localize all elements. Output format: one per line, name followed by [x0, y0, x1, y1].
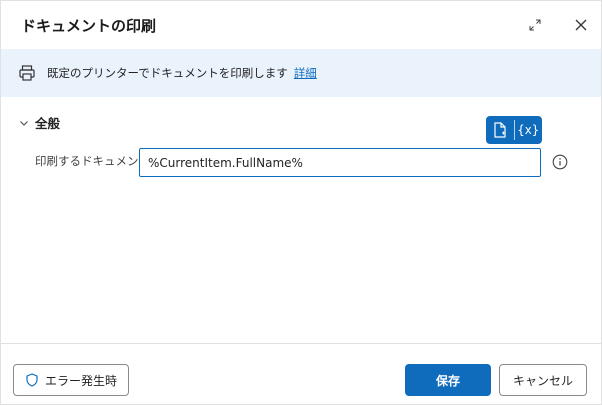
- general-section-toggle[interactable]: 全般: [19, 113, 60, 132]
- file-picker-button[interactable]: [486, 116, 514, 144]
- field-info-button[interactable]: [550, 152, 570, 172]
- info-banner: 既定のプリンターでドキュメントを印刷します 詳細: [1, 49, 601, 97]
- close-button[interactable]: [569, 13, 593, 37]
- banner-description: 既定のプリンターでドキュメントを印刷します: [47, 66, 288, 80]
- document-field-label: 印刷するドキュメント:: [35, 154, 154, 168]
- cancel-button[interactable]: キャンセル: [499, 364, 587, 396]
- shield-icon: [26, 373, 38, 387]
- info-icon: [552, 154, 568, 170]
- file-icon: [494, 122, 506, 138]
- save-button[interactable]: 保存: [405, 364, 491, 396]
- dialog-title: ドキュメントの印刷: [21, 17, 157, 35]
- document-input[interactable]: [139, 148, 541, 177]
- on-error-button[interactable]: エラー発生時: [13, 364, 129, 396]
- footer-divider: [1, 343, 601, 344]
- section-label: 全般: [35, 116, 61, 131]
- value-picker: {x}: [486, 116, 542, 144]
- close-icon: [575, 19, 587, 31]
- details-link[interactable]: 詳細: [294, 65, 317, 81]
- print-document-dialog: ドキュメントの印刷 既定のプリンターでドキュメントを印刷します 詳細 全般 {x…: [0, 0, 602, 405]
- picker-divider: [513, 120, 515, 140]
- on-error-label: エラー発生時: [44, 373, 117, 388]
- variable-picker-button[interactable]: {x}: [515, 116, 543, 144]
- chevron-down-icon: [20, 120, 28, 126]
- expand-icon: [529, 19, 541, 31]
- printer-icon: [17, 63, 37, 83]
- expand-button[interactable]: [523, 13, 547, 37]
